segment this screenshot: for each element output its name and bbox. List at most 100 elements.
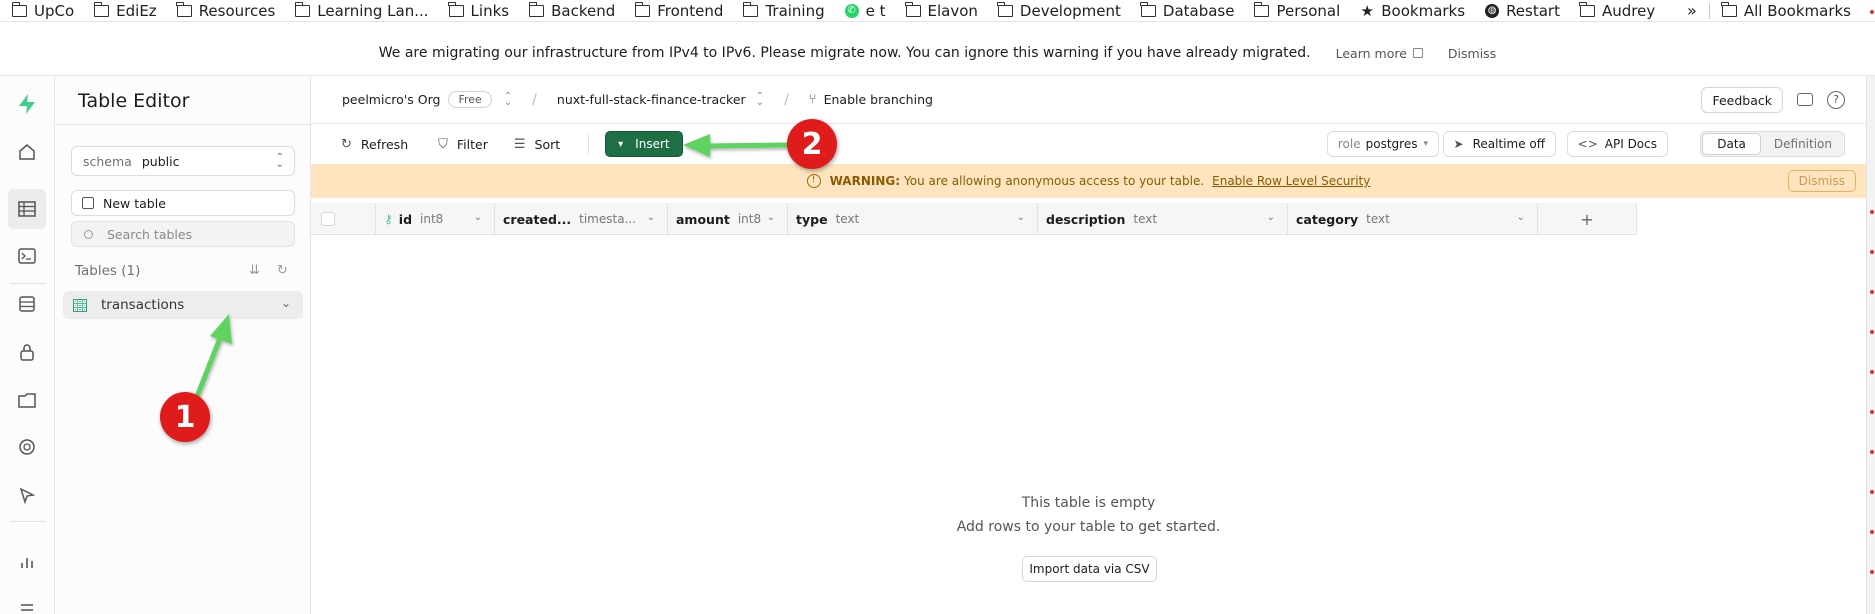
bookmark-item[interactable]: ◍ Restart — [1485, 0, 1560, 21]
sort-button[interactable]: ☰ Sort — [514, 137, 560, 152]
tab-data[interactable]: Data — [1702, 133, 1761, 155]
bookmark-item[interactable]: ✆ e t — [844, 0, 886, 21]
banner-dismiss-button[interactable]: Dismiss — [1448, 46, 1496, 61]
bookmark-item[interactable]: Elavon — [905, 0, 978, 21]
bookmark-item[interactable]: Database — [1140, 0, 1234, 21]
search-icon — [84, 229, 93, 239]
bookmarks-separator — [1708, 2, 1710, 19]
sql-editor-icon[interactable] — [13, 242, 41, 270]
chevron-down-icon[interactable]: ⌄ — [281, 296, 291, 310]
new-table-button[interactable]: New table — [71, 190, 295, 216]
plan-badge: Free — [448, 91, 492, 108]
add-column-button[interactable]: + — [1538, 203, 1637, 235]
filter-button[interactable]: ⛉ Filter — [438, 137, 488, 152]
bookmark-item[interactable]: UpCo — [11, 0, 74, 21]
storage-icon[interactable] — [13, 386, 41, 414]
primary-key-icon: ⚷ — [384, 212, 393, 226]
database-icon[interactable] — [13, 290, 41, 318]
home-icon[interactable] — [13, 138, 41, 166]
column-header-id[interactable]: ⚷ id int8 ⌄ — [376, 203, 495, 235]
feedback-button[interactable]: Feedback — [1701, 87, 1783, 113]
edit-icon — [82, 197, 94, 209]
chevron-down-icon[interactable]: ⌄ — [1017, 212, 1025, 223]
bookmark-label: Development — [1019, 1, 1121, 20]
bookmark-item[interactable]: Training — [742, 0, 825, 21]
org-switcher-icon[interactable]: ⌃ ⌄ — [504, 91, 512, 107]
schema-value: public — [141, 153, 180, 169]
realtime-cursor-icon[interactable] — [13, 481, 41, 509]
folder-icon — [448, 1, 464, 17]
chevron-down-icon[interactable]: ⌄ — [474, 212, 482, 223]
bookmark-item[interactable]: ★ Bookmarks — [1360, 0, 1466, 21]
filter-icon: ⛉ — [438, 136, 448, 152]
bookmark-item[interactable]: Resources — [176, 0, 275, 21]
chevron-down-icon[interactable]: ⌄ — [647, 212, 655, 223]
auth-lock-icon[interactable] — [13, 338, 41, 366]
bookmark-item[interactable]: EdiEz — [93, 0, 157, 21]
refresh-tables-icon[interactable]: ↻ — [277, 263, 288, 278]
bookmark-item[interactable]: Backend — [528, 0, 615, 21]
bookmark-item[interactable]: Personal — [1253, 0, 1340, 21]
updown-chevron-icon: ⌃ ⌄ — [275, 152, 284, 170]
column-header-category[interactable]: category text ⌄ — [1288, 203, 1538, 235]
bookmark-item[interactable]: Frontend — [634, 0, 723, 21]
schema-label: schema — [83, 153, 132, 169]
marker-dot — [1870, 570, 1874, 574]
org-name[interactable]: peelmicro's Org — [342, 92, 440, 107]
bookmark-item[interactable]: Audrey — [1579, 0, 1655, 21]
chevron-down-icon[interactable]: ⌄ — [1267, 212, 1275, 223]
bookmark-item[interactable]: Learning Lan... — [294, 0, 429, 21]
column-header-description[interactable]: description text ⌄ — [1038, 203, 1288, 235]
column-name: type — [796, 211, 828, 227]
project-name[interactable]: nuxt-full-stack-finance-tracker — [557, 92, 746, 107]
bookmark-label: Restart — [1506, 1, 1560, 20]
bookmark-label: Elavon — [927, 1, 978, 20]
table-grid-icon — [73, 298, 87, 312]
reports-chart-icon[interactable] — [13, 548, 41, 576]
project-switcher-icon[interactable]: ⌃ ⌄ — [756, 91, 764, 107]
collapse-all-icon[interactable]: ⇊ — [249, 263, 260, 278]
supabase-logo-icon[interactable] — [13, 90, 41, 118]
table-editor-sidebar: Table Editor schema public ⌃ ⌄ New table … — [55, 76, 311, 614]
chevron-down-icon: ▾ — [618, 138, 624, 150]
learn-more-link[interactable]: Learn more — [1336, 46, 1407, 61]
folder-icon — [294, 1, 311, 17]
insert-button[interactable]: ▾ Insert — [605, 131, 683, 157]
bookmark-item[interactable]: Links — [448, 0, 509, 21]
role-select[interactable]: role postgres ▾ — [1326, 131, 1439, 157]
realtime-toggle-button[interactable]: ➤ Realtime off — [1442, 131, 1556, 157]
enable-branching-button[interactable]: Enable branching — [824, 92, 933, 107]
all-bookmarks-button[interactable]: All Bookmarks — [1721, 0, 1851, 21]
view-toggle: Data Definition — [1700, 131, 1845, 157]
edge-functions-icon[interactable] — [13, 433, 41, 461]
sidebar-item-transactions[interactable]: transactions ⌄ — [63, 291, 303, 319]
refresh-button[interactable]: ↻ Refresh — [341, 137, 408, 152]
enable-rls-link[interactable]: Enable Row Level Security — [1212, 174, 1370, 188]
new-table-label: New table — [103, 195, 166, 211]
bookmarks-overflow-button[interactable]: » — [1687, 1, 1697, 20]
select-all-checkbox[interactable] — [321, 212, 335, 226]
table-editor-icon[interactable] — [8, 189, 46, 229]
globe-icon: ◍ — [1485, 3, 1500, 18]
chevron-down-icon[interactable]: ⌄ — [1517, 212, 1525, 223]
empty-state-title: This table is empty — [1021, 495, 1156, 511]
warning-dismiss-button[interactable]: Dismiss — [1787, 170, 1856, 192]
banner-message: We are migrating our infrastructure from… — [378, 45, 1311, 61]
logs-list-icon[interactable] — [13, 592, 41, 614]
tables-header: Tables (1) — [75, 263, 141, 279]
marker-dot — [1870, 10, 1874, 14]
help-icon[interactable]: ? — [1827, 91, 1845, 109]
column-header-created-at[interactable]: created... timesta... ⌄ — [495, 203, 668, 235]
schema-select[interactable]: schema public ⌃ ⌄ — [71, 146, 295, 176]
tab-definition[interactable]: Definition — [1762, 132, 1844, 156]
inbox-icon[interactable] — [1797, 93, 1813, 106]
column-header-type[interactable]: type text ⌄ — [788, 203, 1038, 235]
bookmark-item[interactable]: Development — [997, 0, 1121, 21]
nav-rail — [0, 76, 55, 614]
import-csv-button[interactable]: Import data via CSV — [1022, 556, 1157, 582]
search-tables-input[interactable]: Search tables — [71, 221, 295, 247]
column-header-amount[interactable]: amount int8 ⌄ — [668, 203, 788, 235]
api-docs-button[interactable]: <> API Docs — [1566, 131, 1668, 157]
chevron-down-icon[interactable]: ⌄ — [767, 212, 775, 223]
grid-header: ⚷ id int8 ⌄ created... timesta... ⌄ amou… — [311, 203, 1637, 235]
